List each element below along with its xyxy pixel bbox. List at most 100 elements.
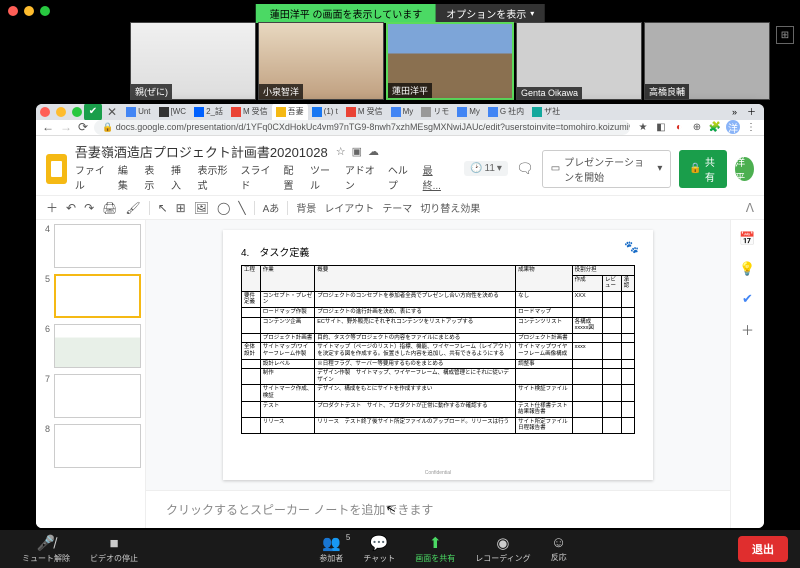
collapse-toolbar-icon[interactable]: ᐱ: [746, 201, 754, 215]
leave-button[interactable]: 退出: [738, 536, 788, 562]
spell-check-icon[interactable]: Aあ: [263, 200, 280, 215]
menu-help[interactable]: ヘルプ: [388, 162, 413, 192]
calendar-icon[interactable]: 📅: [739, 230, 757, 248]
star-icon[interactable]: ☆: [336, 145, 346, 158]
menu-insert[interactable]: 挿入: [171, 162, 188, 192]
cloud-icon[interactable]: ☁: [368, 145, 379, 158]
transition-button[interactable]: 切り替え効果: [420, 200, 480, 215]
max-dot[interactable]: [40, 6, 50, 16]
video-tile[interactable]: 高橋良輔: [644, 22, 770, 100]
shield-icon[interactable]: ✔: [84, 104, 102, 120]
share-banner: 蓮田洋平 の画面を表示しています オプションを表示 ▾: [256, 4, 545, 23]
extension-icon[interactable]: ★: [636, 120, 650, 134]
workspace: 4 5 6 7 8 4. タスク定義 🐾 工程 作業 概要: [36, 220, 764, 528]
profile-icon[interactable]: 洋: [726, 120, 740, 134]
window-controls[interactable]: [8, 6, 50, 16]
video-tile[interactable]: 親(ぜに): [130, 22, 256, 100]
move-icon[interactable]: ▣: [352, 145, 362, 158]
menu-view[interactable]: 表示: [144, 162, 161, 192]
overflow-icon[interactable]: »: [728, 107, 741, 117]
image-tool[interactable]: 🖼: [194, 201, 209, 215]
theme-button[interactable]: テーマ: [382, 200, 412, 215]
comment-history-button[interactable]: 🕑 11 ▾: [464, 161, 508, 176]
reactions-button[interactable]: ☺反応: [541, 534, 577, 564]
chat-button[interactable]: 💬チャット: [353, 534, 405, 564]
url-input[interactable]: 🔒 docs.google.com/presentation/d/1YFq0CX…: [94, 120, 630, 135]
forward-button[interactable]: →: [60, 120, 72, 134]
browser-tab[interactable]: (1) t: [308, 104, 342, 120]
tasks-icon[interactable]: ✔: [739, 290, 757, 308]
share-screen-button[interactable]: ⬆画面を共有: [405, 534, 465, 564]
share-options-button[interactable]: オプションを表示 ▾: [436, 4, 544, 23]
textbox-tool[interactable]: ⊞: [176, 201, 186, 215]
last-edit[interactable]: 最終...: [423, 162, 446, 192]
undo-button[interactable]: ↶: [66, 201, 76, 215]
browser-tab[interactable]: G社内: [484, 104, 528, 120]
browser-tab[interactable]: ザ社: [528, 104, 564, 120]
extension-icon[interactable]: ⊕: [690, 120, 704, 134]
browser-tab[interactable]: M受信: [227, 104, 272, 120]
new-tab-button[interactable]: ＋: [743, 105, 760, 118]
background-button[interactable]: 背景: [296, 200, 316, 215]
menu-edit[interactable]: 編集: [118, 162, 135, 192]
slide-thumb[interactable]: [54, 374, 141, 418]
slide-thumb[interactable]: [54, 424, 141, 468]
min-dot[interactable]: [24, 6, 34, 16]
slide-thumb[interactable]: [54, 324, 141, 368]
browser-tab[interactable]: [WC: [155, 104, 191, 120]
print-button[interactable]: 🖨: [102, 201, 117, 215]
redo-button[interactable]: ↷: [84, 201, 94, 215]
extension-icon[interactable]: ◐: [672, 120, 686, 134]
slides-app: 吾妻嶺酒造店プロジェクト計画書20201028 ☆ ▣ ☁ ファイル 編集 表示…: [36, 136, 764, 528]
browser-tab[interactable]: Unt: [122, 104, 154, 120]
gallery-view-button[interactable]: ⊞: [776, 26, 794, 44]
browser-tab[interactable]: My: [387, 104, 418, 120]
thumbnail-panel[interactable]: 4 5 6 7 8: [36, 220, 146, 528]
browser-tab[interactable]: My: [453, 104, 484, 120]
browser-tab[interactable]: 2_話: [190, 104, 227, 120]
slide[interactable]: 4. タスク定義 🐾 工程 作業 概要 成果物 役割分担 作成: [223, 230, 653, 480]
video-tile-active[interactable]: 蓮田洋平: [386, 22, 514, 100]
new-slide-button[interactable]: ＋: [46, 199, 58, 216]
line-tool[interactable]: ╲: [238, 201, 245, 215]
video-button[interactable]: ■ビデオの停止: [80, 535, 148, 564]
menu-addons[interactable]: アドオン: [345, 162, 378, 192]
menu-format[interactable]: 表示形式: [197, 162, 230, 192]
video-tile[interactable]: Genta Oikawa: [516, 22, 642, 100]
paint-format-button[interactable]: 🖌: [125, 201, 140, 215]
document-title[interactable]: 吾妻嶺酒造店プロジェクト計画書20201028: [75, 142, 328, 161]
menu-slide[interactable]: スライド: [240, 162, 273, 192]
extension-icon[interactable]: 🧩: [708, 120, 722, 134]
participants-button[interactable]: 5👥参加者: [309, 534, 353, 564]
menu-icon[interactable]: ⋮: [744, 120, 758, 134]
slide-thumb[interactable]: [54, 224, 141, 268]
slide-thumb-active[interactable]: [54, 274, 141, 318]
close-dot[interactable]: [8, 6, 18, 16]
account-avatar[interactable]: 洋平: [735, 157, 754, 181]
layout-button[interactable]: レイアウト: [324, 200, 374, 215]
slides-logo-icon[interactable]: [46, 154, 67, 184]
select-tool[interactable]: ↖: [158, 201, 168, 215]
video-tile[interactable]: 小泉智洋: [258, 22, 384, 100]
browser-tab-active[interactable]: 吾妻: [272, 104, 308, 120]
comment-icon[interactable]: 🗨: [516, 160, 534, 177]
present-button[interactable]: ▭ プレゼンテーションを開始 ▾: [542, 150, 672, 188]
slide-canvas[interactable]: 4. タスク定義 🐾 工程 作業 概要 成果物 役割分担 作成: [146, 220, 730, 490]
back-button[interactable]: ←: [42, 120, 54, 134]
close-icon[interactable]: ✕: [104, 105, 120, 119]
recording-button[interactable]: ◉レコーディング: [465, 534, 540, 564]
menu-arrange[interactable]: 配置: [284, 162, 301, 192]
speaker-notes[interactable]: クリックするとスピーカー ノートを追加できます: [146, 490, 730, 528]
browser-tab[interactable]: M受信: [342, 104, 387, 120]
add-icon[interactable]: ＋: [739, 320, 757, 338]
extension-icon[interactable]: ◧: [654, 120, 668, 134]
shape-tool[interactable]: ◯: [217, 201, 230, 215]
browser-tab[interactable]: リモ: [417, 104, 453, 120]
keep-icon[interactable]: 💡: [739, 260, 757, 278]
reload-button[interactable]: ⟳: [78, 120, 88, 134]
video-gallery: 親(ぜに) 小泉智洋 蓮田洋平 Genta Oikawa 高橋良輔: [130, 22, 770, 100]
share-button[interactable]: 🔒 共有: [679, 150, 727, 188]
mute-button[interactable]: 🎤̸ミュート解除: [12, 534, 80, 564]
menu-tools[interactable]: ツール: [310, 162, 335, 192]
menu-file[interactable]: ファイル: [75, 162, 108, 192]
